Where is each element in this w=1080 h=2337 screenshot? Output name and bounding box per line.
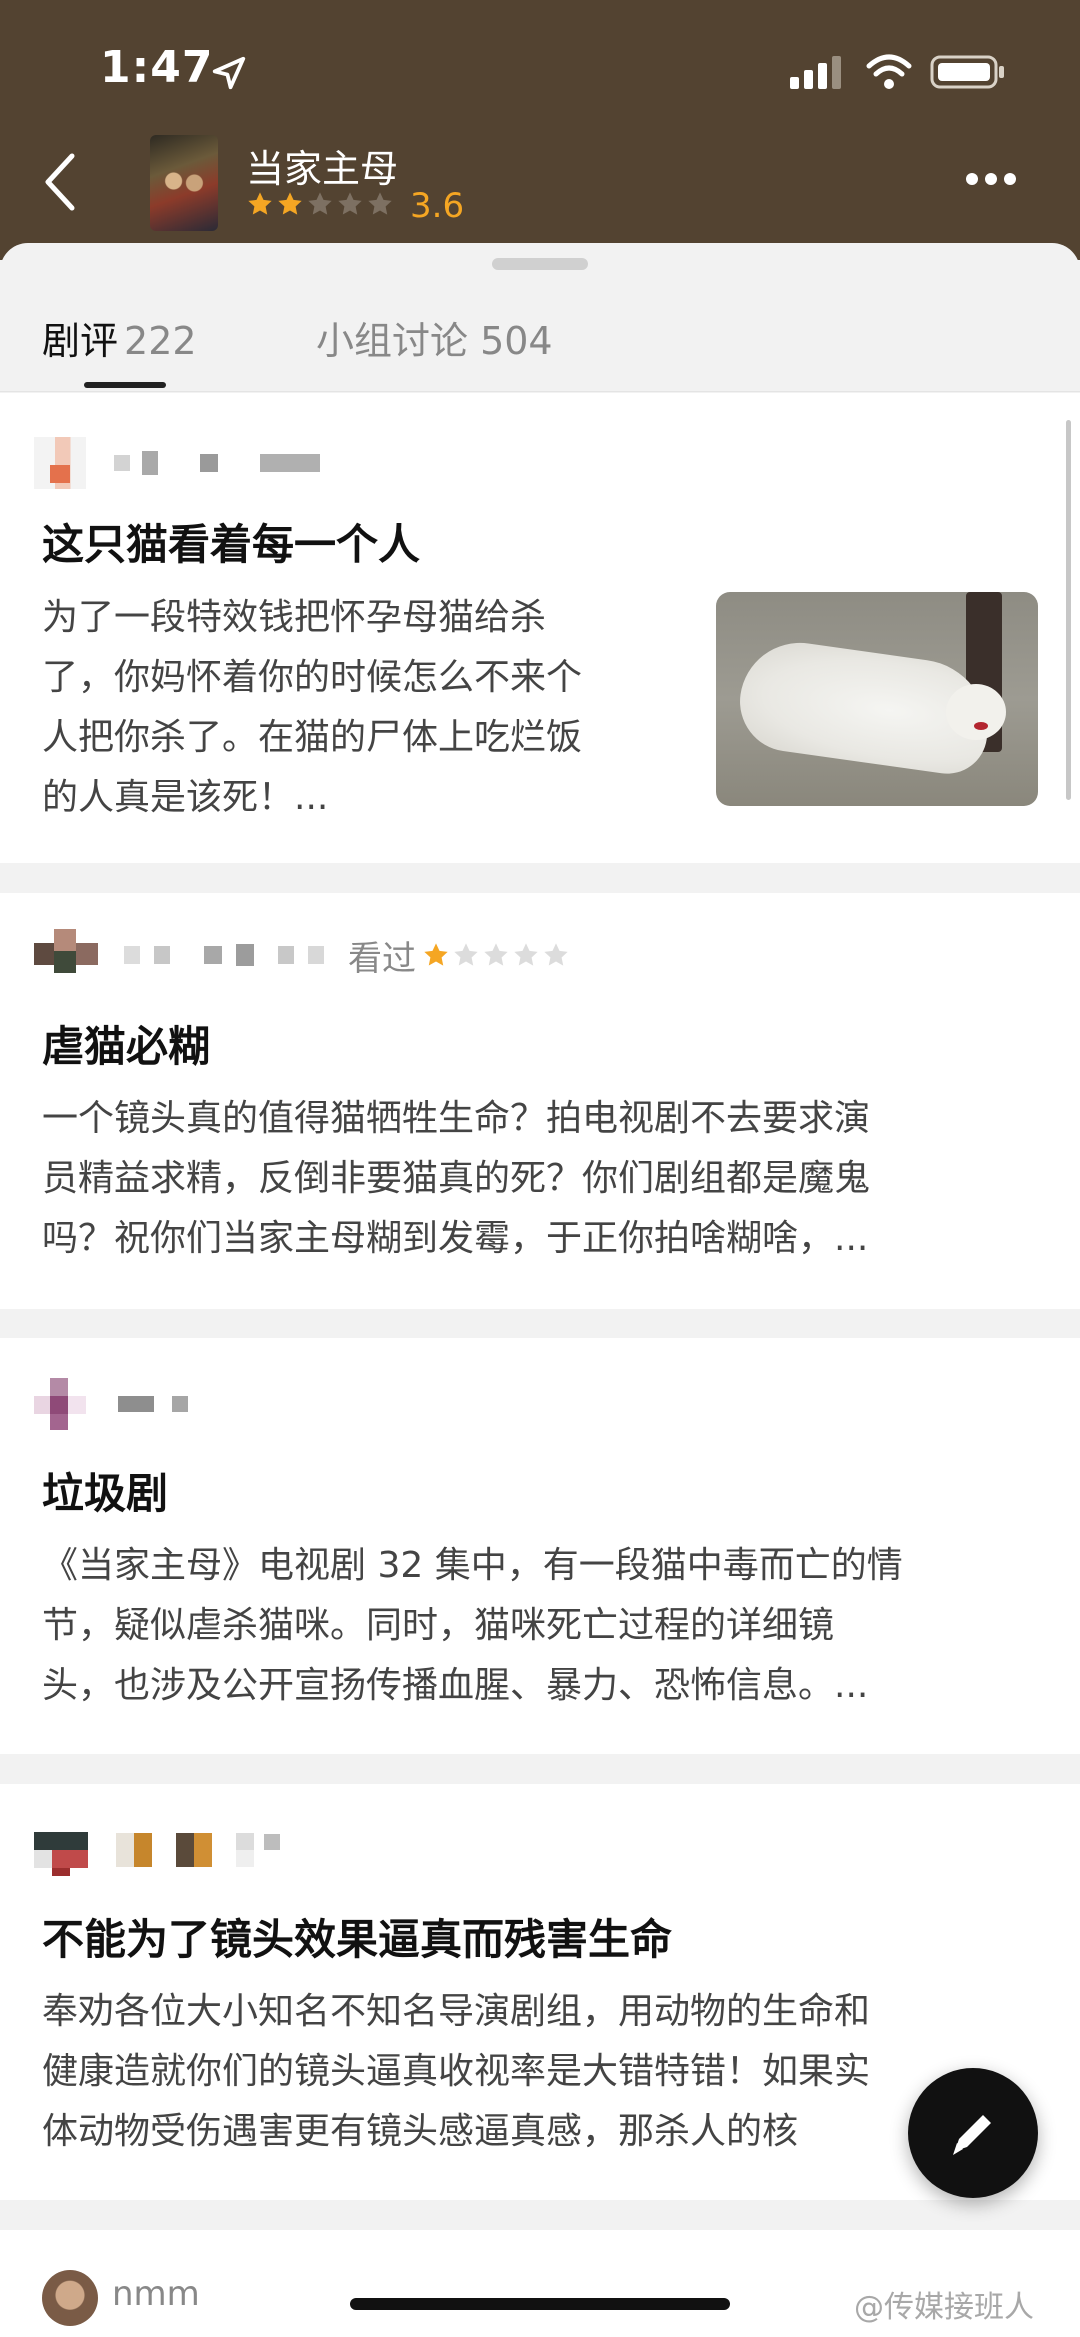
star-filled-icon <box>248 192 272 215</box>
star-empty-icon <box>544 943 568 966</box>
pencil-icon <box>953 2115 991 2155</box>
excerpt-line: 体动物受伤遇害更有镜头感逼真感，那杀人的核 <box>42 2111 799 2152</box>
status-time: 1:47 <box>100 42 214 93</box>
avatar[interactable] <box>34 1824 90 1876</box>
avatar[interactable] <box>34 929 104 981</box>
watched-label: 看过 <box>348 938 416 979</box>
more-options-icon[interactable] <box>966 170 1026 190</box>
cellular-signal-icon <box>790 56 841 89</box>
review-star-rating <box>422 941 570 969</box>
excerpt-line: 员精益求精，反倒非要猫真的死？你们剧组都是魔鬼 <box>42 1158 871 1199</box>
tab-bar: 剧评 222 小组讨论 504 <box>0 290 1080 392</box>
excerpt-line: 人把你杀了。在猫的尸体上吃烂饭 <box>42 717 583 758</box>
star-filled-icon <box>424 943 448 966</box>
tab-reviews-count: 222 <box>124 319 197 363</box>
battery-icon <box>930 55 1004 89</box>
star-empty-icon <box>484 943 508 966</box>
avatar[interactable] <box>34 1378 106 1430</box>
user-row <box>34 1820 280 1880</box>
username <box>114 451 320 475</box>
review-title: 垃圾剧 <box>42 1469 169 1518</box>
review-title: 虐猫必糊 <box>42 1022 211 1071</box>
excerpt-line: 为了一段特效钱把怀孕母猫给杀 <box>42 597 547 638</box>
excerpt-line: 奉劝各位大小知名不知名导演剧组，用动物的生命和 <box>42 1991 871 2032</box>
avatar[interactable] <box>42 2270 98 2326</box>
review-thumbnail-image[interactable] <box>716 592 1038 806</box>
back-chevron-icon[interactable] <box>40 150 80 214</box>
excerpt-line: 《当家主母》电视剧 32 集中，有一段猫中毒而亡的情 <box>42 1545 903 1586</box>
star-empty-icon <box>368 192 392 215</box>
wifi-icon <box>866 54 912 89</box>
scrollbar[interactable] <box>1066 420 1071 800</box>
excerpt-line: 了，你妈怀着你的时候怎么不来个 <box>42 657 583 698</box>
excerpt-line: 健康造就你们的镜头逼真收视率是大错特错！如果实 <box>42 2051 871 2092</box>
username <box>124 944 324 966</box>
review-card[interactable]: 垃圾剧 《当家主母》电视剧 32 集中，有一段猫中毒而亡的情 节，疑似虐杀猫咪。… <box>0 1338 1080 1754</box>
tab-group-discussion[interactable]: 小组讨论 504 <box>316 310 553 365</box>
user-row: 看过 <box>34 925 570 985</box>
rating-score: 3.6 <box>410 186 465 226</box>
avatar[interactable] <box>34 437 86 489</box>
show-title: 当家主母 <box>246 147 399 191</box>
header-bar: 1:47 当家主母 3.6 <box>0 0 1080 260</box>
username: nmm <box>112 2274 200 2314</box>
tab-reviews[interactable]: 剧评 222 <box>42 310 197 365</box>
review-excerpt: 为了一段特效钱把怀孕母猫给杀 了，你妈怀着你的时候怎么不来个 人把你杀了。在猫的… <box>42 588 682 828</box>
review-excerpt: 奉劝各位大小知名不知名导演剧组，用动物的生命和 健康造就你们的镜头逼真收视率是大… <box>42 1982 1052 2162</box>
review-excerpt: 《当家主母》电视剧 32 集中，有一段猫中毒而亡的情 节，疑似虐杀猫咪。同时，猫… <box>42 1536 1052 1716</box>
star-empty-icon <box>308 192 332 215</box>
username <box>118 1396 188 1412</box>
user-row <box>34 1374 188 1434</box>
active-tab-indicator <box>84 382 166 388</box>
excerpt-line: 头，也涉及公开宣扬传播血腥、暴力、恐怖信息。... <box>42 1665 869 1706</box>
watermark-text: @传媒接班人 <box>854 2290 1034 2325</box>
tab-reviews-label: 剧评 <box>42 319 119 363</box>
excerpt-line: 吗？祝你们当家主母糊到发霉，于正你拍啥糊啥，... <box>42 1218 869 1259</box>
write-review-button[interactable] <box>908 2068 1038 2198</box>
review-card[interactable]: 看过 虐猫必糊 一个镜头真的值得猫牺牲生命？拍电视剧不去要求演 员精益求精，反倒… <box>0 893 1080 1309</box>
excerpt-line: 的人真是该死！... <box>42 777 329 818</box>
star-empty-icon <box>338 192 362 215</box>
review-excerpt: 一个镜头真的值得猫牺牲生命？拍电视剧不去要求演 员精益求精，反倒非要猫真的死？你… <box>42 1089 1052 1269</box>
user-row <box>34 433 320 493</box>
location-arrow-icon <box>212 56 246 90</box>
show-poster-thumbnail[interactable] <box>150 135 218 231</box>
home-indicator[interactable] <box>350 2298 730 2310</box>
star-filled-icon <box>278 192 302 215</box>
username <box>116 1833 280 1867</box>
excerpt-line: 一个镜头真的值得猫牺牲生命？拍电视剧不去要求演 <box>42 1098 871 1139</box>
header-star-rating <box>246 190 394 222</box>
review-title: 不能为了镜头效果逼真而残害生命 <box>42 1915 673 1964</box>
star-empty-icon <box>454 943 478 966</box>
star-empty-icon <box>514 943 538 966</box>
excerpt-line: 节，疑似虐杀猫咪。同时，猫咪死亡过程的详细镜 <box>42 1605 835 1646</box>
sheet-drag-handle[interactable] <box>492 258 588 270</box>
review-title: 这只猫看着每一个人 <box>42 520 421 569</box>
